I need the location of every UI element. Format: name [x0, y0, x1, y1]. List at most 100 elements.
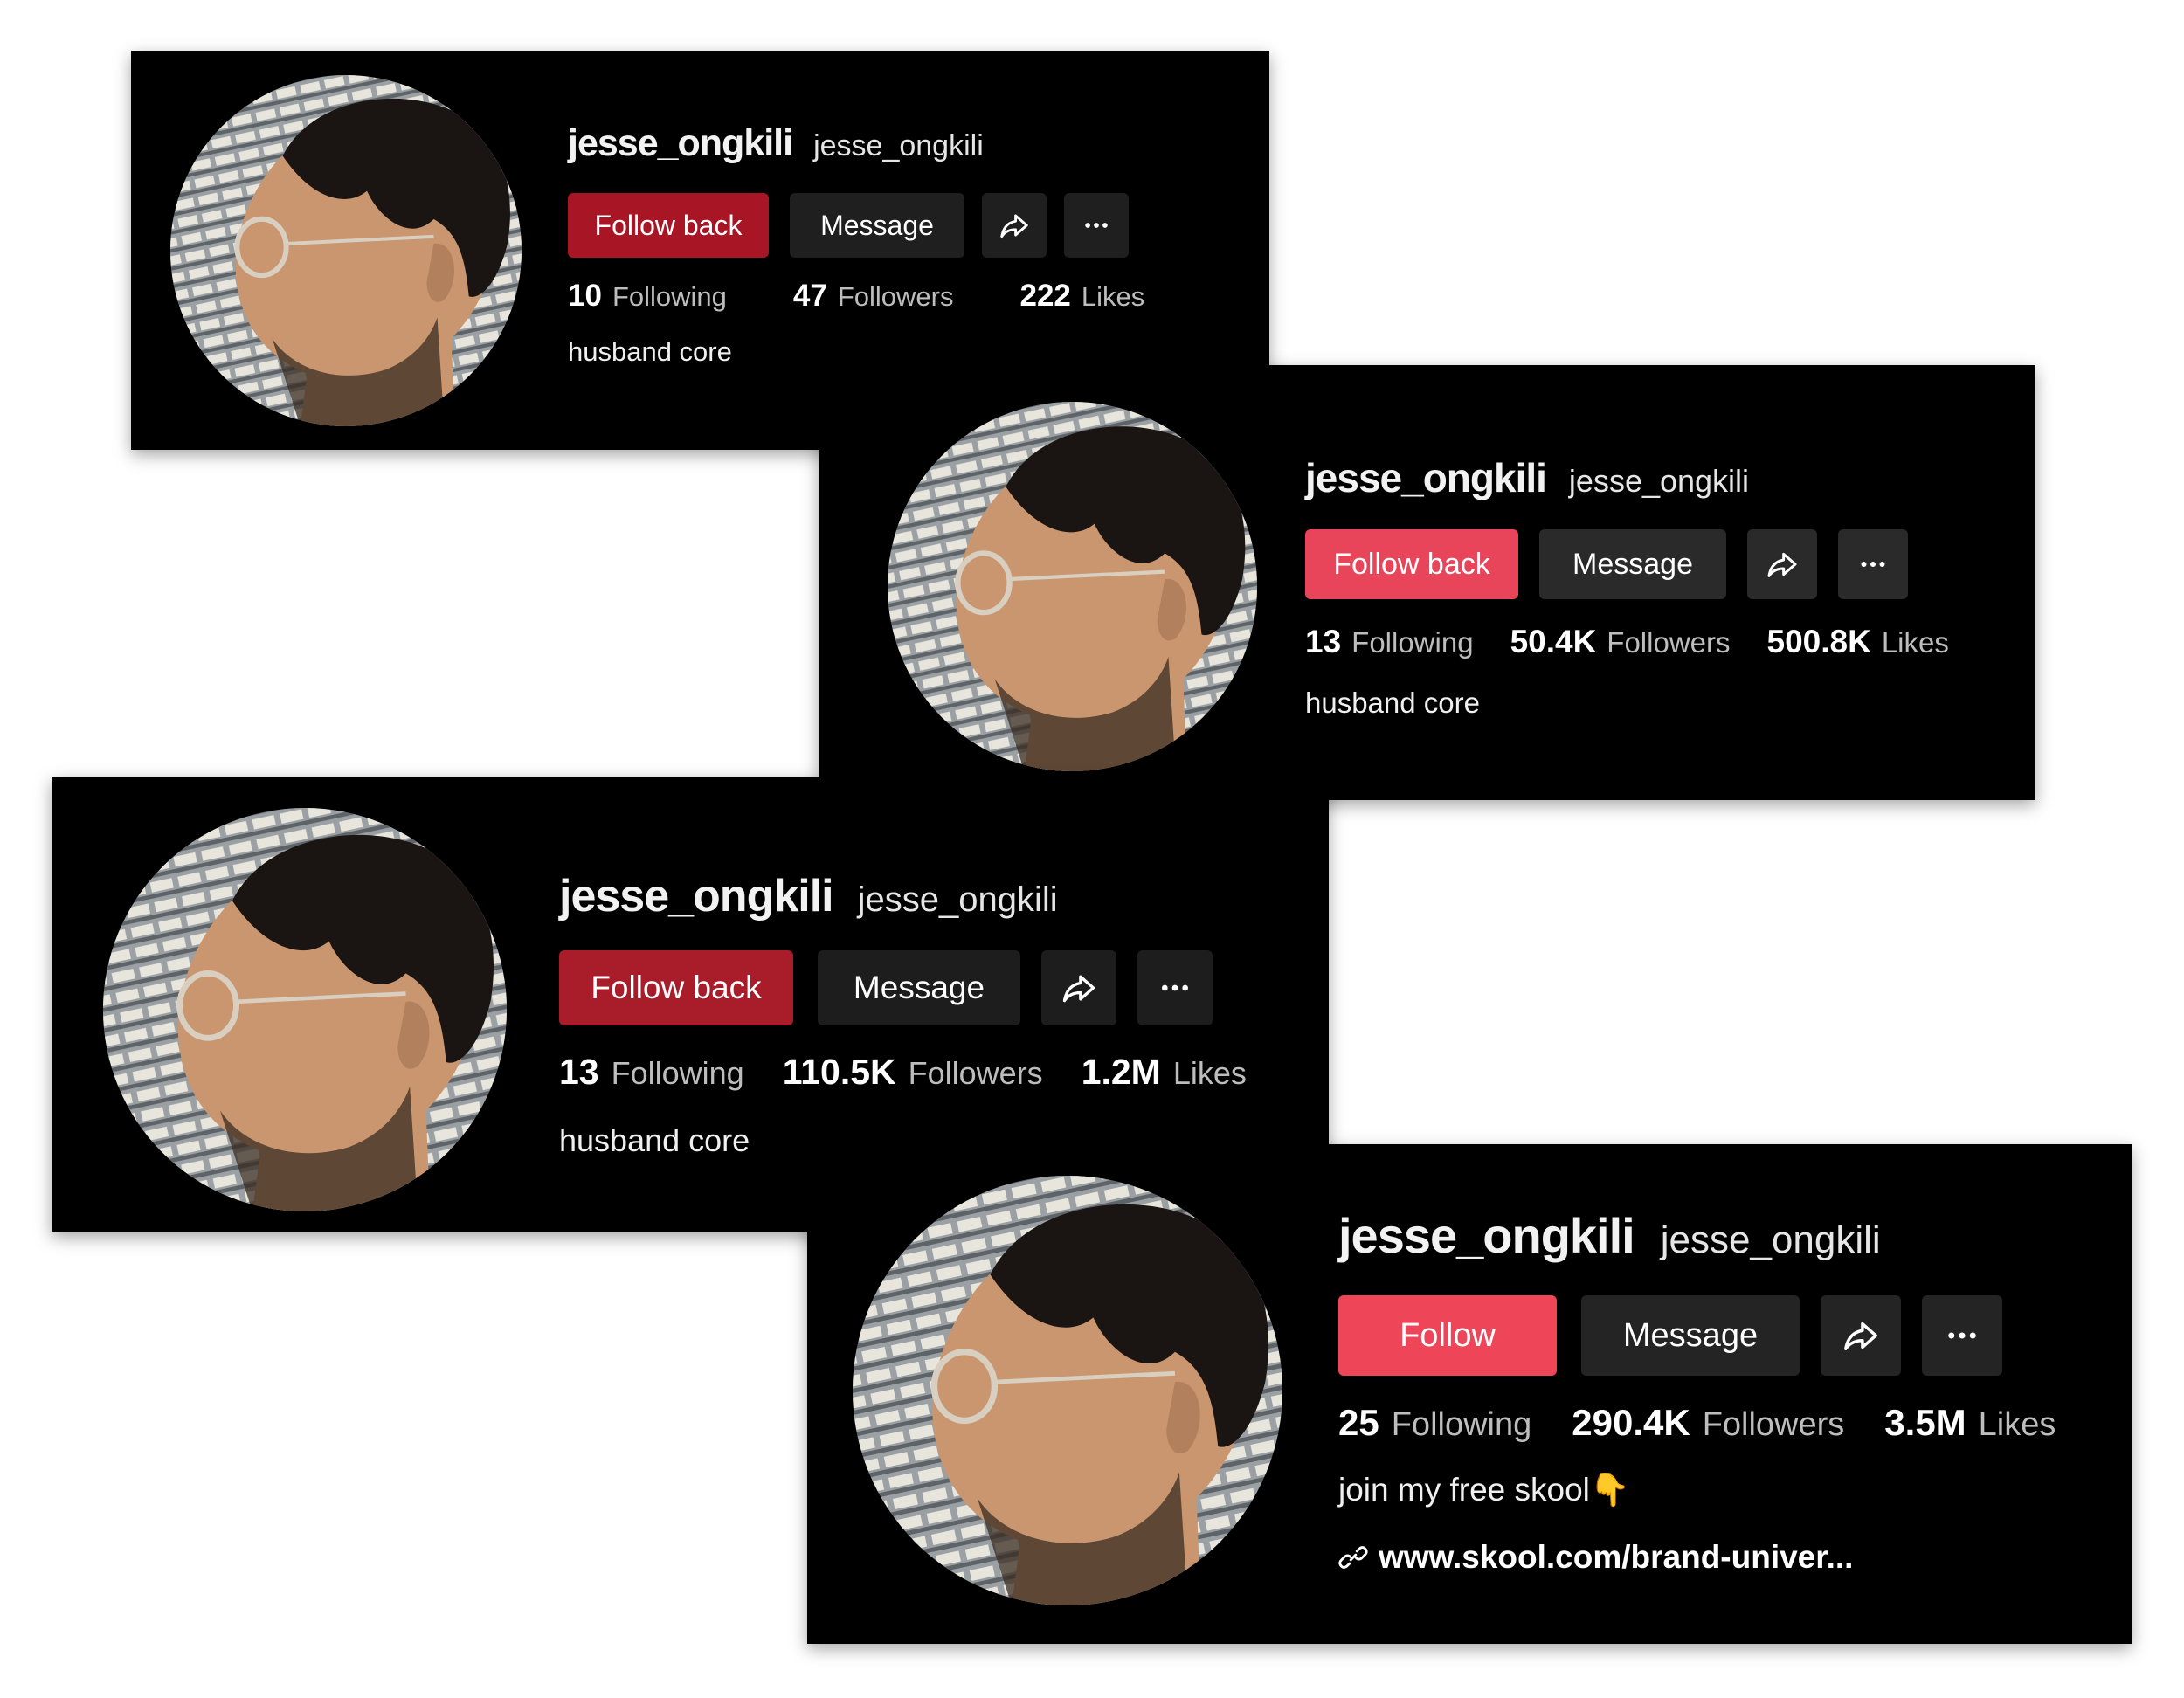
- share-arrow-icon: [1767, 552, 1797, 577]
- link-chain-icon: [1338, 1546, 1368, 1569]
- message-button[interactable]: Message: [818, 950, 1020, 1025]
- username-handle: jesse_ongkili: [1568, 463, 1750, 499]
- following-count: 25: [1338, 1402, 1379, 1443]
- avatar[interactable]: [170, 75, 522, 426]
- following-label: Following: [1351, 626, 1474, 659]
- name-row: jesse_ongkili jesse_ongkili: [1305, 454, 1949, 501]
- profile-info: jesse_ongkili jesse_ongkili Follow back …: [559, 870, 1247, 1159]
- stats-row: 13 Following 110.5K Followers 1.2M Likes: [559, 1052, 1247, 1093]
- followers-count: 110.5K: [782, 1052, 896, 1092]
- share-arrow-icon: [1000, 214, 1028, 238]
- action-buttons: Follow back Message: [559, 950, 1247, 1025]
- avatar-photo: [888, 402, 1257, 771]
- display-name: jesse_ongkili: [568, 122, 793, 164]
- following-stat[interactable]: 10 Following: [568, 279, 727, 314]
- follow-back-button[interactable]: Follow back: [1305, 529, 1518, 599]
- share-arrow-icon: [1844, 1322, 1877, 1351]
- bio-text: join my free skool: [1338, 1472, 1590, 1508]
- following-label: Following: [611, 1055, 744, 1091]
- bio-link[interactable]: www.skool.com/brand-univer...: [1338, 1539, 2056, 1576]
- display-name: jesse_ongkili: [1338, 1208, 1635, 1263]
- likes-count: 3.5M: [1884, 1402, 1966, 1443]
- likes-label: Likes: [1172, 1055, 1247, 1091]
- name-row: jesse_ongkili jesse_ongkili: [1338, 1207, 2056, 1264]
- followers-count: 290.4K: [1572, 1402, 1690, 1443]
- username-handle: jesse_ongkili: [813, 129, 984, 162]
- likes-count: 222: [1019, 279, 1071, 313]
- message-button[interactable]: Message: [1539, 529, 1726, 599]
- profile-card-4: jesse_ongkili jesse_ongkili Follow Messa…: [807, 1144, 2132, 1644]
- likes-stat: 1.2M Likes: [1082, 1052, 1247, 1093]
- share-button[interactable]: [982, 193, 1047, 258]
- following-count: 13: [559, 1052, 599, 1092]
- followers-stat[interactable]: 110.5K Followers: [783, 1052, 1043, 1093]
- share-button[interactable]: [1041, 950, 1116, 1025]
- follow-back-button[interactable]: Follow back: [568, 193, 769, 258]
- username-handle: jesse_ongkili: [1660, 1218, 1881, 1261]
- stats-row: 13 Following 50.4K Followers 500.8K Like…: [1305, 624, 1949, 660]
- bio: join my free skool👇: [1338, 1472, 2056, 1509]
- followers-label: Followers: [908, 1055, 1043, 1091]
- share-button[interactable]: [1747, 529, 1817, 599]
- avatar[interactable]: [888, 402, 1257, 771]
- more-dots-icon: [1861, 562, 1885, 567]
- more-options-button[interactable]: [1922, 1295, 2002, 1376]
- likes-stat: 500.8K Likes: [1767, 624, 1949, 660]
- share-arrow-icon: [1062, 975, 1095, 1003]
- following-stat[interactable]: 13 Following: [1305, 624, 1474, 660]
- following-label: Following: [1391, 1406, 1532, 1443]
- message-button[interactable]: Message: [790, 193, 964, 258]
- followers-count: 47: [792, 279, 827, 313]
- profile-info: jesse_ongkili jesse_ongkili Follow Messa…: [1338, 1207, 2056, 1576]
- likes-label: Likes: [1881, 626, 1949, 659]
- display-name: jesse_ongkili: [1305, 455, 1547, 500]
- profile-info: jesse_ongkili jesse_ongkili Follow back …: [568, 122, 1144, 368]
- followers-label: Followers: [1702, 1406, 1845, 1443]
- follow-button[interactable]: Follow: [1338, 1295, 1557, 1376]
- likes-label: Likes: [1081, 281, 1145, 312]
- more-options-button[interactable]: [1137, 950, 1213, 1025]
- likes-count: 1.2M: [1081, 1052, 1161, 1092]
- followers-stat[interactable]: 50.4K Followers: [1510, 624, 1731, 660]
- followers-count: 50.4K: [1510, 624, 1597, 659]
- bio: husband core: [568, 336, 732, 367]
- following-stat[interactable]: 25 Following: [1338, 1402, 1531, 1444]
- stats-row: 25 Following 290.4K Followers 3.5M Likes: [1338, 1402, 2056, 1444]
- action-buttons: Follow back Message: [568, 193, 1144, 258]
- following-count: 10: [568, 279, 602, 313]
- pointing-down-hand-emoji: 👇: [1589, 1472, 1630, 1508]
- following-stat[interactable]: 13 Following: [559, 1052, 744, 1093]
- action-buttons: Follow back Message: [1305, 529, 1949, 599]
- bio-link-text: www.skool.com/brand-univer...: [1379, 1539, 1854, 1575]
- action-buttons: Follow Message: [1338, 1295, 2056, 1376]
- followers-stat[interactable]: 290.4K Followers: [1572, 1402, 1844, 1444]
- profile-card-2: jesse_ongkili jesse_ongkili Follow back …: [819, 365, 2035, 800]
- stats-row: 10 Following 47 Followers 222 Likes: [568, 279, 1144, 314]
- avatar[interactable]: [853, 1176, 1282, 1605]
- more-dots-icon: [1085, 223, 1108, 228]
- likes-stat: 3.5M Likes: [1884, 1402, 2056, 1444]
- message-button[interactable]: Message: [1581, 1295, 1800, 1376]
- avatar-photo: [103, 808, 507, 1211]
- profile-info: jesse_ongkili jesse_ongkili Follow back …: [1305, 454, 1949, 720]
- avatar-photo: [170, 75, 522, 426]
- more-dots-icon: [1162, 984, 1188, 991]
- followers-stat[interactable]: 47 Followers: [793, 279, 954, 314]
- more-options-button[interactable]: [1064, 193, 1129, 258]
- name-row: jesse_ongkili jesse_ongkili: [568, 122, 1144, 165]
- likes-count: 500.8K: [1766, 624, 1871, 659]
- bio: husband core: [1305, 687, 1480, 719]
- avatar-photo: [853, 1176, 1282, 1605]
- likes-label: Likes: [1978, 1406, 2056, 1443]
- follow-back-button[interactable]: Follow back: [559, 950, 793, 1025]
- more-dots-icon: [1948, 1332, 1976, 1339]
- followers-label: Followers: [837, 281, 954, 312]
- username-handle: jesse_ongkili: [857, 880, 1058, 919]
- likes-stat: 222 Likes: [1019, 279, 1144, 314]
- following-label: Following: [612, 281, 727, 312]
- avatar[interactable]: [103, 808, 507, 1211]
- following-count: 13: [1305, 624, 1342, 659]
- name-row: jesse_ongkili jesse_ongkili: [559, 870, 1247, 922]
- share-button[interactable]: [1821, 1295, 1901, 1376]
- more-options-button[interactable]: [1838, 529, 1908, 599]
